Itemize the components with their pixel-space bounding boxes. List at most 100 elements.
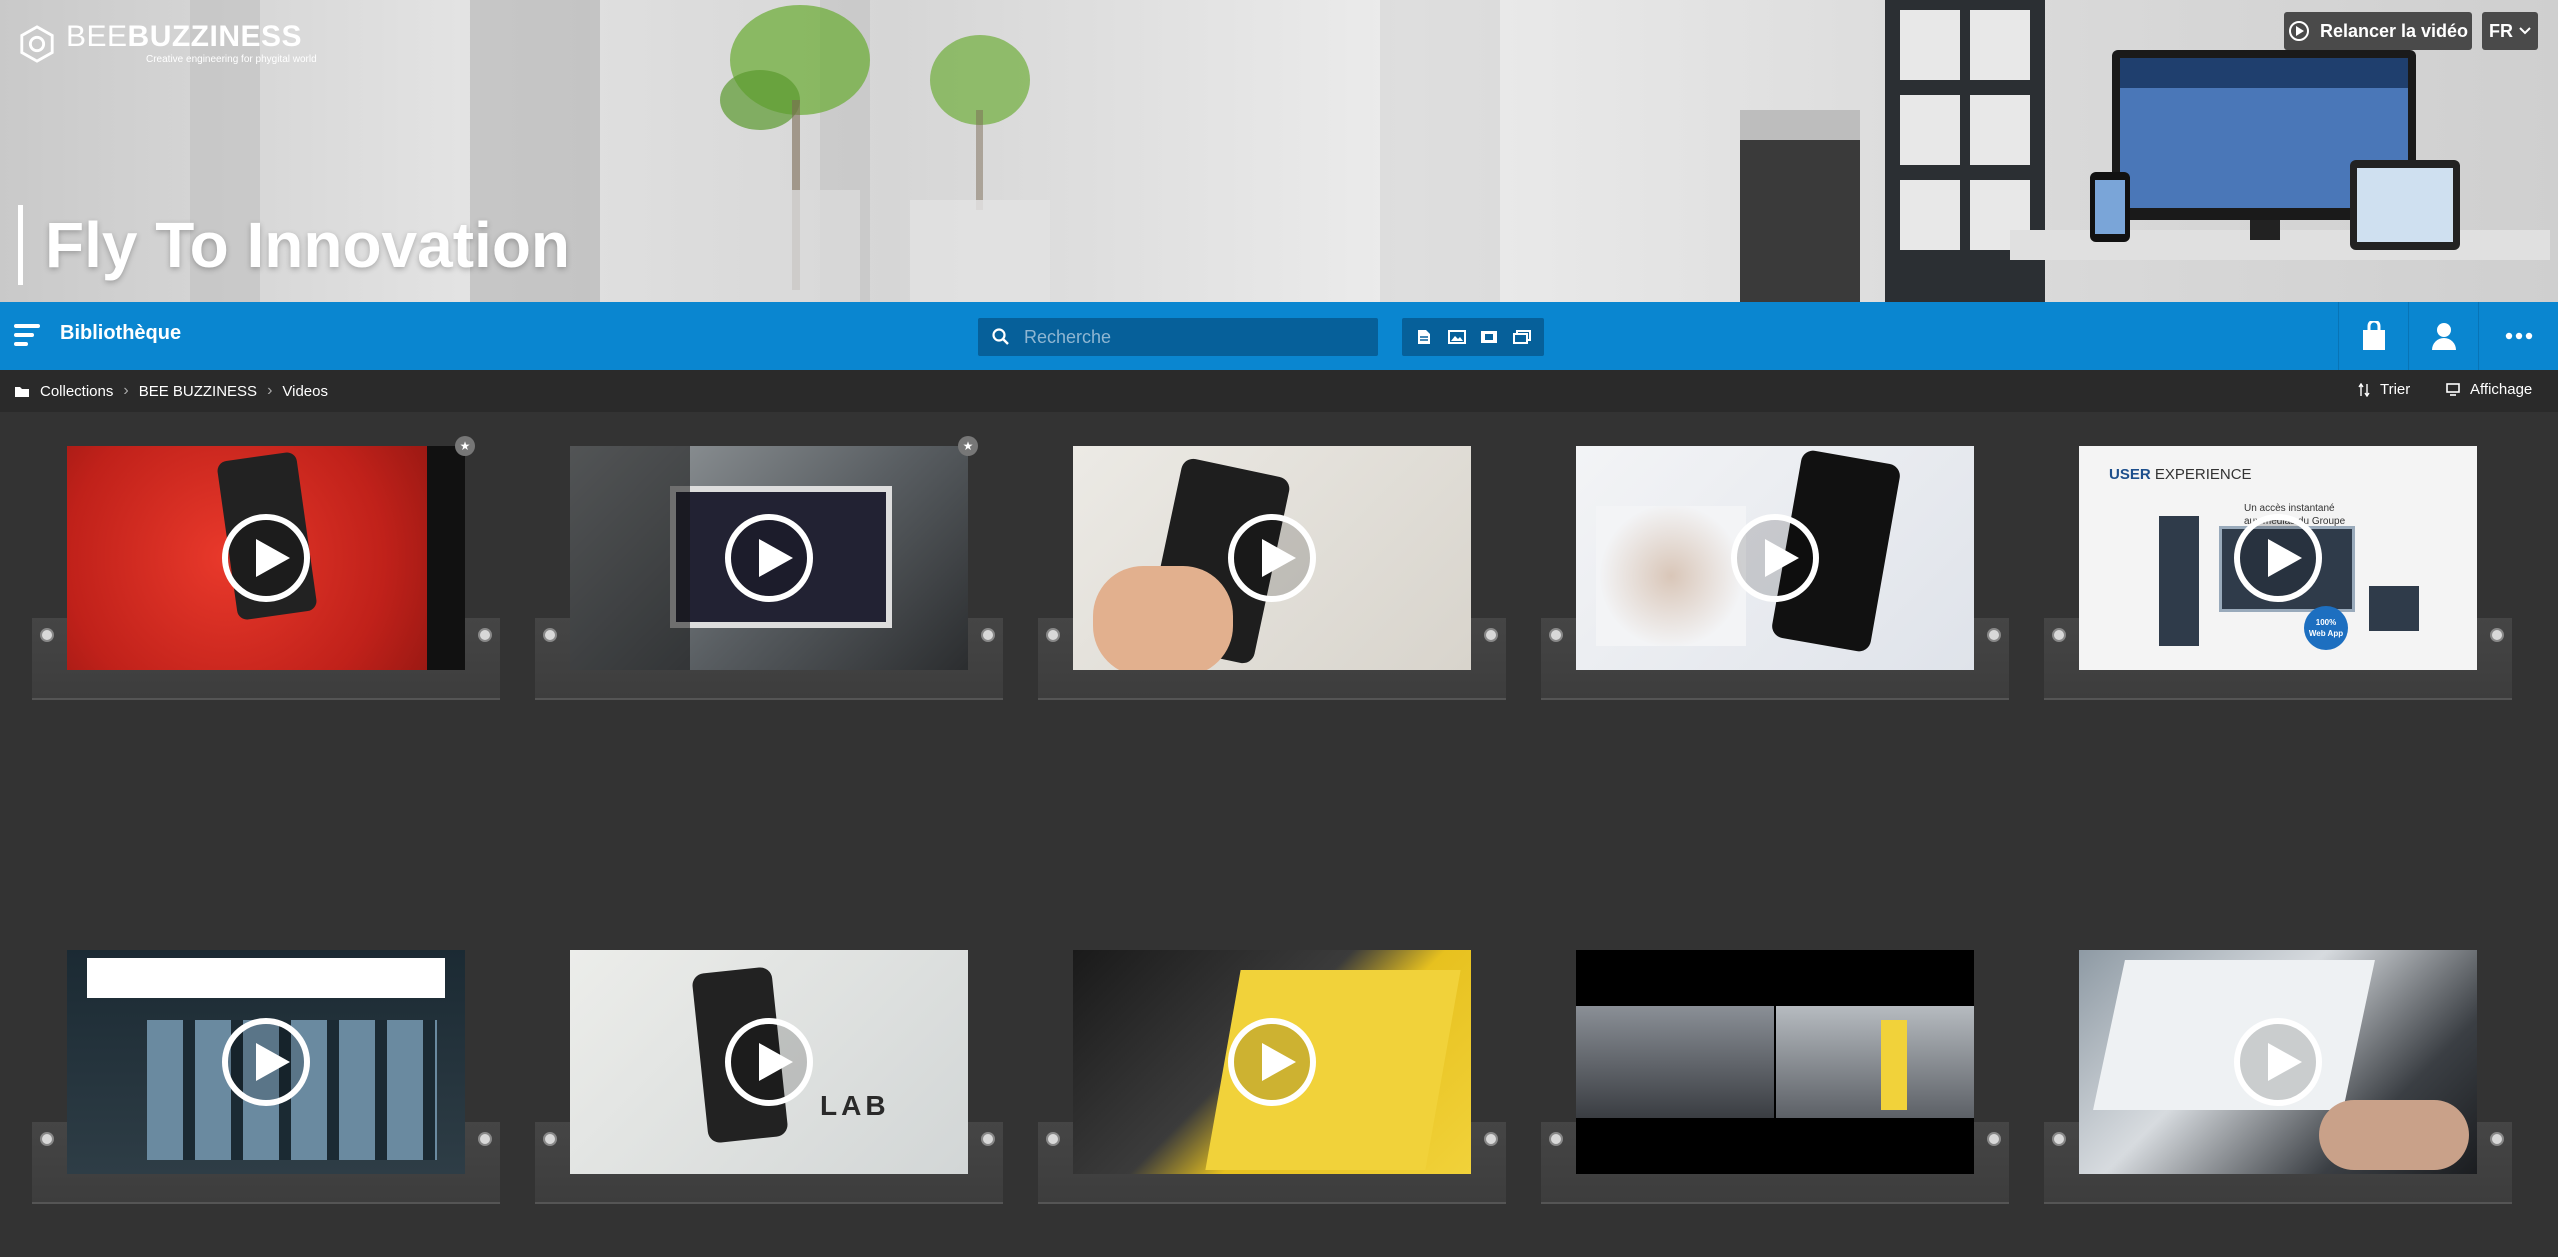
hero-title: Fly To Innovation	[18, 205, 570, 285]
brand-name-part1: BEE	[66, 20, 128, 53]
select-left-icon[interactable]	[543, 628, 557, 642]
library-title: Bibliothèque	[60, 322, 182, 344]
video-card[interactable]: ★	[32, 436, 500, 716]
select-left-icon[interactable]	[1549, 628, 1563, 642]
folder-icon	[15, 386, 29, 397]
breadcrumb-item-collections[interactable]: Collections	[40, 383, 113, 400]
select-left-icon[interactable]	[1549, 1132, 1563, 1146]
kiosk-illustration	[2159, 516, 2199, 646]
select-right-icon[interactable]	[1987, 1132, 2001, 1146]
user-icon	[2432, 323, 2456, 350]
brand-logo[interactable]: BEEBUZZINESS Creative engineering for ph…	[18, 22, 317, 65]
video-thumbnail[interactable]	[67, 446, 465, 670]
play-icon[interactable]	[222, 1018, 310, 1106]
video-thumbnail[interactable]	[1073, 446, 1471, 670]
select-right-icon[interactable]	[478, 628, 492, 642]
video-thumbnail[interactable]	[1576, 950, 1974, 1174]
more-options-button[interactable]	[2478, 302, 2558, 370]
video-card[interactable]: ★	[535, 436, 1003, 716]
video-thumbnail[interactable]	[2079, 950, 2477, 1174]
presentation-icon[interactable]	[1509, 324, 1535, 350]
sort-button[interactable]: Trier	[2358, 381, 2410, 398]
language-selector[interactable]: FR	[2482, 12, 2538, 50]
select-right-icon[interactable]	[1484, 1132, 1498, 1146]
select-left-icon[interactable]	[2052, 1132, 2066, 1146]
favorite-star-icon[interactable]: ★	[958, 436, 978, 456]
video-card[interactable]: LAB	[535, 950, 1003, 1220]
video-thumbnail[interactable]	[570, 446, 968, 670]
video-card[interactable]: USER EXPERIENCE Un accès instantané aux …	[2044, 446, 2512, 716]
tablet-illustration	[2369, 586, 2419, 631]
select-right-icon[interactable]	[2490, 628, 2504, 642]
yellow-kiosk	[1881, 1020, 1907, 1110]
video-thumbnail[interactable]: USER EXPERIENCE Un accès instantané aux …	[2079, 446, 2477, 670]
library-toolbar: Bibliothèque	[0, 302, 2558, 370]
play-icon[interactable]	[1731, 514, 1819, 602]
web-app-badge: 100% Web App	[2304, 606, 2348, 650]
lab-text: LAB	[820, 1090, 890, 1121]
play-icon[interactable]	[2234, 1018, 2322, 1106]
user-button[interactable]	[2408, 302, 2479, 370]
breadcrumb-item-beebuzziness[interactable]: BEE BUZZINESS	[139, 383, 257, 400]
play-icon[interactable]	[1228, 1018, 1316, 1106]
select-right-icon[interactable]	[478, 1132, 492, 1146]
laptop-screen	[2093, 960, 2375, 1110]
play-icon[interactable]	[1228, 514, 1316, 602]
video-card[interactable]	[1038, 446, 1506, 716]
ux-subtitle-line1: Un accès instantané	[2244, 503, 2335, 514]
chevron-right-icon: ›	[267, 382, 273, 399]
video-card[interactable]	[1541, 950, 2009, 1220]
video-thumbnail[interactable]: LAB	[570, 950, 968, 1174]
video-card[interactable]	[1541, 446, 2009, 716]
video-card[interactable]	[1038, 950, 1506, 1220]
video-thumbnail[interactable]	[1576, 446, 1974, 670]
play-icon[interactable]	[725, 1018, 813, 1106]
ux-title: USER EXPERIENCE	[2109, 466, 2252, 483]
ux-title-light: EXPERIENCE	[2154, 466, 2252, 483]
display-button[interactable]: Affichage	[2446, 381, 2532, 398]
arm-shadow	[570, 446, 690, 670]
select-left-icon[interactable]	[40, 628, 54, 642]
select-left-icon[interactable]	[1046, 1132, 1060, 1146]
hand-illustration	[1093, 566, 1233, 670]
video-thumbnail[interactable]	[67, 950, 465, 1174]
menu-icon[interactable]	[14, 324, 40, 348]
plant-illustration	[910, 35, 1050, 302]
select-left-icon[interactable]	[1046, 628, 1060, 642]
video-card[interactable]	[32, 950, 500, 1220]
search-icon	[992, 328, 1009, 345]
chevron-down-icon	[2519, 27, 2531, 35]
play-icon[interactable]	[222, 514, 310, 602]
search-box[interactable]	[978, 318, 1378, 356]
more-icon	[2505, 332, 2533, 340]
media-type-filters	[1402, 318, 1544, 356]
video-icon[interactable]	[1476, 324, 1502, 350]
station-scene-left	[1576, 1006, 1774, 1118]
station-scene-right	[1776, 1006, 1974, 1118]
select-right-icon[interactable]	[1484, 628, 1498, 642]
search-input[interactable]	[1022, 325, 1356, 349]
play-icon[interactable]	[2234, 514, 2322, 602]
chevron-right-icon: ›	[123, 382, 129, 399]
select-left-icon[interactable]	[40, 1132, 54, 1146]
select-left-icon[interactable]	[543, 1132, 557, 1146]
ux-title-bold: USER	[2109, 466, 2151, 483]
select-left-icon[interactable]	[2052, 628, 2066, 642]
document-icon[interactable]	[1411, 324, 1437, 350]
video-card[interactable]	[2044, 950, 2512, 1220]
favorite-star-icon[interactable]: ★	[455, 436, 475, 456]
app-header-strip	[87, 958, 445, 998]
brand-tagline: Creative engineering for phygital world	[146, 54, 317, 65]
replay-video-button[interactable]: Relancer la vidéo	[2284, 12, 2472, 50]
language-label: FR	[2489, 20, 2513, 41]
play-icon[interactable]	[725, 514, 813, 602]
basket-icon	[2363, 321, 2385, 350]
video-thumbnail[interactable]	[1073, 950, 1471, 1174]
basket-button[interactable]	[2338, 302, 2409, 370]
breadcrumb-item-videos[interactable]: Videos	[282, 383, 328, 400]
image-icon[interactable]	[1444, 324, 1470, 350]
select-right-icon[interactable]	[981, 1132, 995, 1146]
select-right-icon[interactable]	[2490, 1132, 2504, 1146]
select-right-icon[interactable]	[1987, 628, 2001, 642]
select-right-icon[interactable]	[981, 628, 995, 642]
